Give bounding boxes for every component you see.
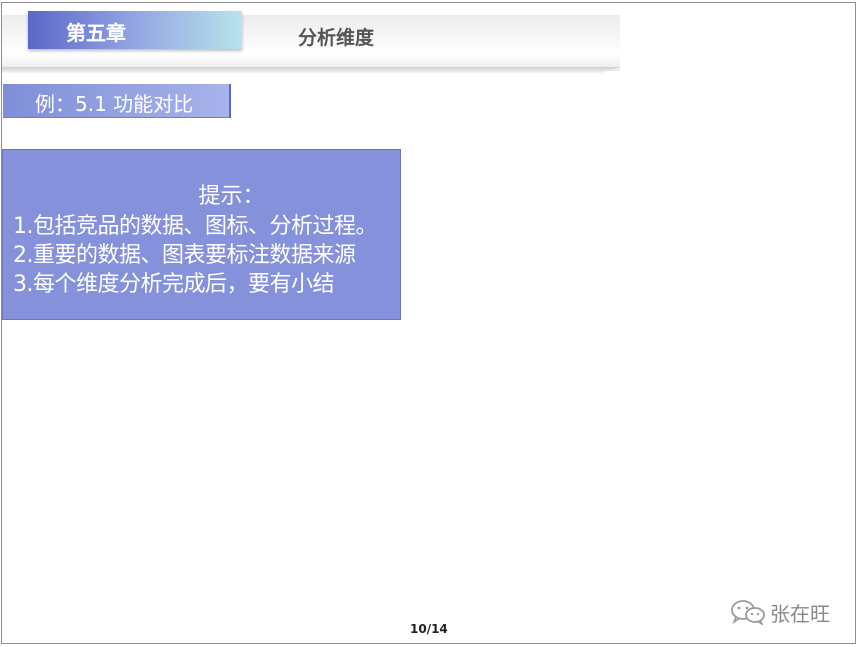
tips-box: 提示： 1.包括竞品的数据、图标、分析过程。 2.重要的数据、图表要标注数据来源…: [2, 149, 401, 320]
tips-line-3: 3.每个维度分析完成后，要有小结: [13, 272, 335, 297]
section-title: 分析维度: [298, 27, 375, 49]
chapter-tab: 第五章: [28, 11, 242, 49]
tips-line-1: 1.包括竞品的数据、图标、分析过程。: [13, 214, 378, 239]
watermark-text: 张在旺: [770, 601, 830, 626]
tips-line-2: 2.重要的数据、图表要标注数据来源: [13, 243, 356, 268]
page-number: 10/14: [410, 622, 448, 636]
example-label: 例：5.1 功能对比: [35, 92, 194, 116]
tips-title: 提示：: [198, 184, 265, 209]
watermark: 张在旺: [730, 597, 830, 627]
wechat-icon: [730, 599, 766, 627]
chapter-label: 第五章: [66, 21, 126, 45]
slide: 第五章 分析维度 例：5.1 功能对比 提示： 1.包括竞品的数据、图标、分析过…: [1, 2, 856, 644]
example-label-box: 例：5.1 功能对比: [3, 84, 231, 118]
header-band-shadow: [2, 67, 620, 73]
